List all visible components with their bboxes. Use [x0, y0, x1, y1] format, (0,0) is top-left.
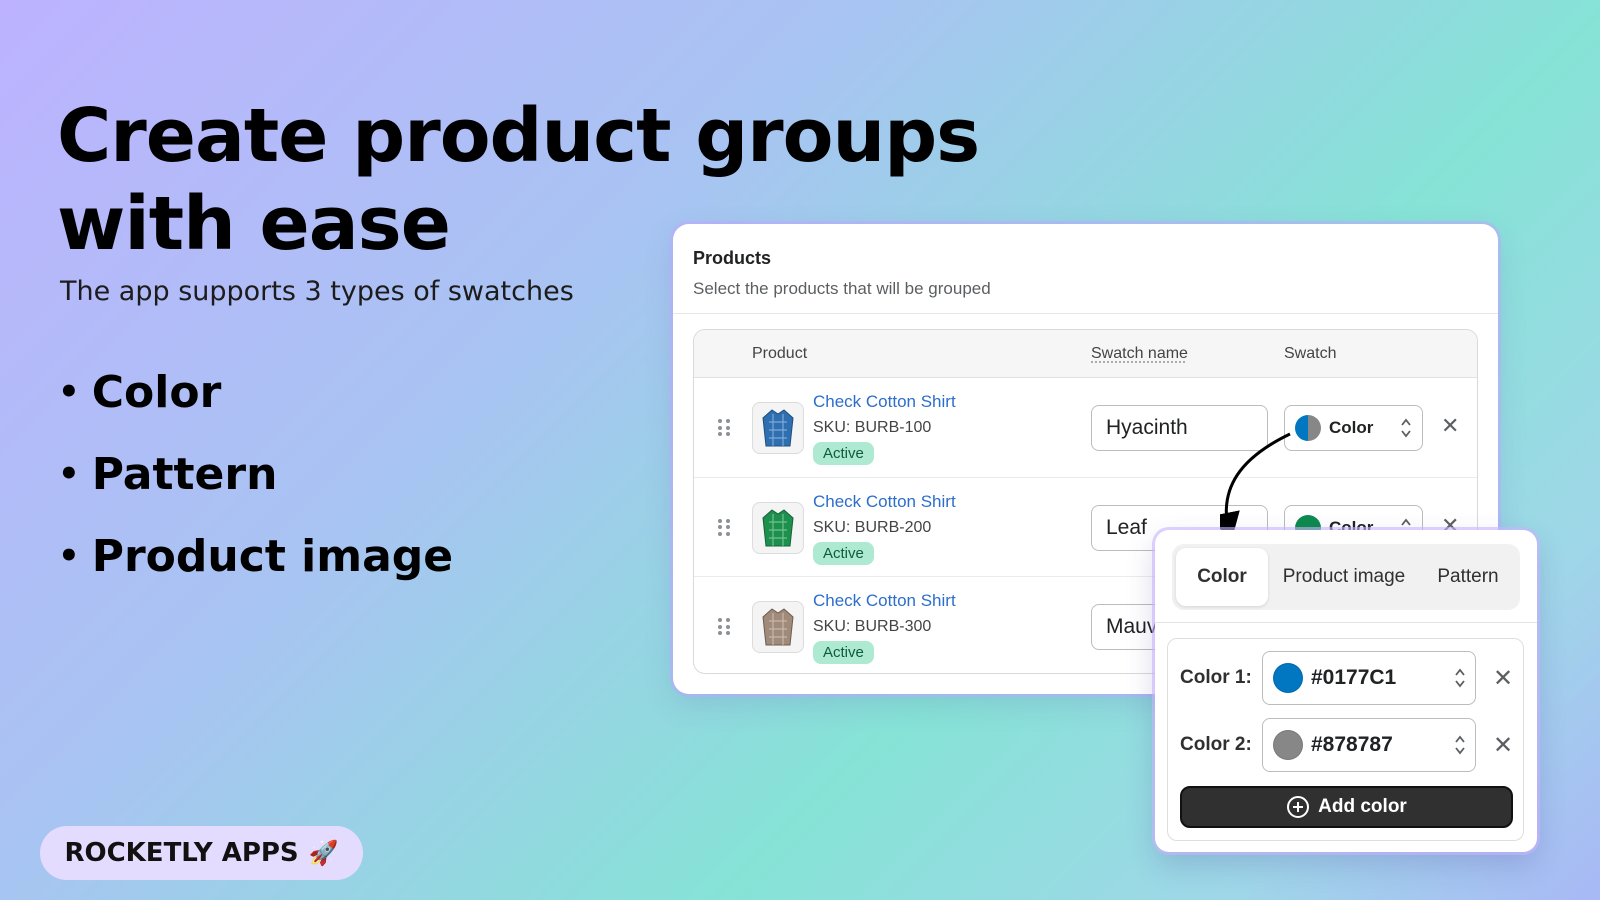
select-arrows-icon	[1455, 735, 1465, 755]
tab-product-image[interactable]: Product image	[1268, 548, 1420, 606]
brand-name: ROCKETLY APPS	[64, 838, 299, 868]
color-row: Color 2: #878787 ✕	[1180, 718, 1515, 772]
shirt-icon	[762, 409, 794, 447]
drag-handle-icon[interactable]	[718, 518, 730, 537]
swatch-type-tabs: Color Product image Pattern	[1172, 544, 1520, 610]
status-badge: Active	[813, 641, 874, 664]
hero-subtitle: The app supports 3 types of swatches	[60, 276, 574, 307]
color-row: Color 1: #0177C1 ✕	[1180, 651, 1515, 705]
card-subtitle: Select the products that will be grouped	[693, 279, 991, 298]
column-header-product: Product	[752, 345, 808, 362]
drag-handle-icon[interactable]	[718, 618, 730, 636]
color-label: Color 2:	[1180, 734, 1252, 755]
drag-handle-icon[interactable]	[718, 419, 730, 437]
color-label: Color 1:	[1180, 667, 1252, 688]
swatch-type-select[interactable]: Color	[1284, 405, 1423, 451]
bullet-product-image: • Product image	[58, 531, 454, 582]
rocket-icon: 🚀	[308, 839, 339, 867]
select-arrows-icon	[1455, 668, 1465, 688]
swatch-popover: Color Product image Pattern Color 1: #01…	[1155, 530, 1537, 852]
product-thumbnail	[752, 402, 804, 454]
color-picker-field[interactable]: #878787	[1262, 718, 1476, 772]
tab-pattern[interactable]: Pattern	[1420, 548, 1516, 606]
remove-row-icon[interactable]: ✕	[1441, 413, 1459, 439]
column-header-swatch-name: Swatch name	[1091, 345, 1188, 362]
card-title: Products	[693, 248, 772, 268]
swatch-type-list: • Color • Pattern • Product image	[58, 360, 453, 606]
product-thumbnail	[752, 501, 804, 554]
color-swatch-icon	[1273, 730, 1303, 760]
color-value: #878787	[1311, 733, 1393, 756]
product-link[interactable]: Check Cotton Shirt	[813, 591, 956, 611]
product-thumbnail	[752, 601, 804, 653]
product-link[interactable]: Check Cotton Shirt	[813, 492, 956, 512]
add-color-label: Add color	[1318, 796, 1407, 817]
plus-circle-icon	[1287, 796, 1310, 818]
remove-color-icon[interactable]: ✕	[1493, 664, 1513, 693]
color-picker-field[interactable]: #0177C1	[1262, 651, 1476, 705]
bullet-color: • Color	[58, 367, 222, 418]
headline-line-1: Create product groups	[57, 93, 980, 179]
product-sku: SKU: BURB-300	[813, 618, 932, 635]
table-row: Check Cotton Shirt SKU: BURB-100 Active …	[694, 378, 1477, 478]
tab-color[interactable]: Color	[1176, 548, 1268, 606]
bullet-pattern: • Pattern	[58, 449, 278, 500]
add-color-button[interactable]: Add color	[1180, 786, 1513, 828]
select-arrows-icon	[1401, 418, 1411, 438]
shirt-icon	[762, 608, 794, 646]
color-value: #0177C1	[1311, 666, 1397, 689]
status-badge: Active	[813, 442, 874, 465]
color-swatch-icon	[1273, 663, 1303, 693]
product-link[interactable]: Check Cotton Shirt	[813, 392, 956, 412]
product-sku: SKU: BURB-200	[813, 518, 932, 536]
table-header: Product Swatch name Swatch	[694, 330, 1477, 378]
shirt-icon	[762, 508, 794, 546]
status-badge: Active	[813, 541, 874, 565]
brand-badge: ROCKETLY APPS 🚀	[40, 826, 363, 880]
column-header-swatch: Swatch	[1284, 345, 1337, 362]
swatch-type-value: Color	[1329, 418, 1374, 437]
divider	[1155, 622, 1537, 623]
remove-color-icon[interactable]: ✕	[1493, 731, 1513, 760]
card-header: Products Select the products that will b…	[673, 224, 1498, 314]
product-sku: SKU: BURB-100	[813, 419, 932, 436]
color-list-panel: Color 1: #0177C1 ✕ Color 2: #878787 ✕ Ad…	[1167, 638, 1524, 841]
